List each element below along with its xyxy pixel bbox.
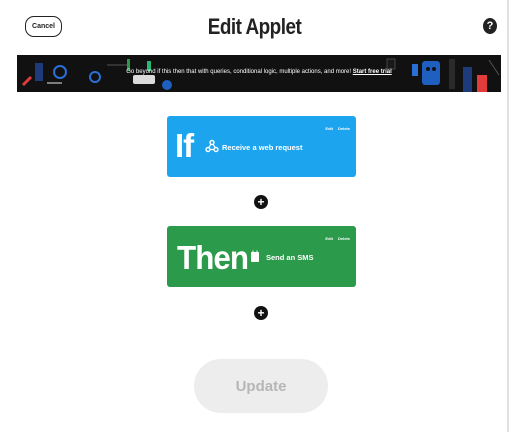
action-actions: Edit Delete (325, 236, 350, 241)
action-delete-button[interactable]: Delete (338, 236, 350, 241)
banner-text: Go beyond if this then that with queries… (17, 69, 501, 75)
start-trial-link[interactable]: Start free trial (353, 69, 392, 75)
if-keyword: If (175, 127, 194, 164)
trigger-delete-button[interactable]: Delete (338, 126, 350, 131)
sms-icon (251, 250, 259, 262)
trigger-label: Receive a web request (222, 143, 303, 152)
upgrade-banner[interactable]: Go beyond if this then that with queries… (17, 55, 501, 92)
add-step-button[interactable]: + (254, 306, 268, 320)
action-edit-button[interactable]: Edit (325, 236, 333, 241)
action-card[interactable]: Then Send an SMS Edit Delete (167, 226, 356, 287)
page-title: Edit Applet (207, 14, 302, 39)
update-button[interactable]: Update (194, 359, 328, 413)
trigger-actions: Edit Delete (325, 126, 350, 131)
then-keyword: Then (177, 239, 249, 276)
trigger-card[interactable]: If Receive a web request Edit Delete (167, 116, 356, 177)
add-step-button[interactable]: + (254, 195, 268, 209)
webhooks-icon (205, 139, 219, 153)
trigger-edit-button[interactable]: Edit (325, 126, 333, 131)
help-icon[interactable]: ? (483, 18, 497, 34)
action-label: Send an SMS (266, 253, 314, 262)
banner-message: Go beyond if this then that with queries… (126, 69, 352, 75)
